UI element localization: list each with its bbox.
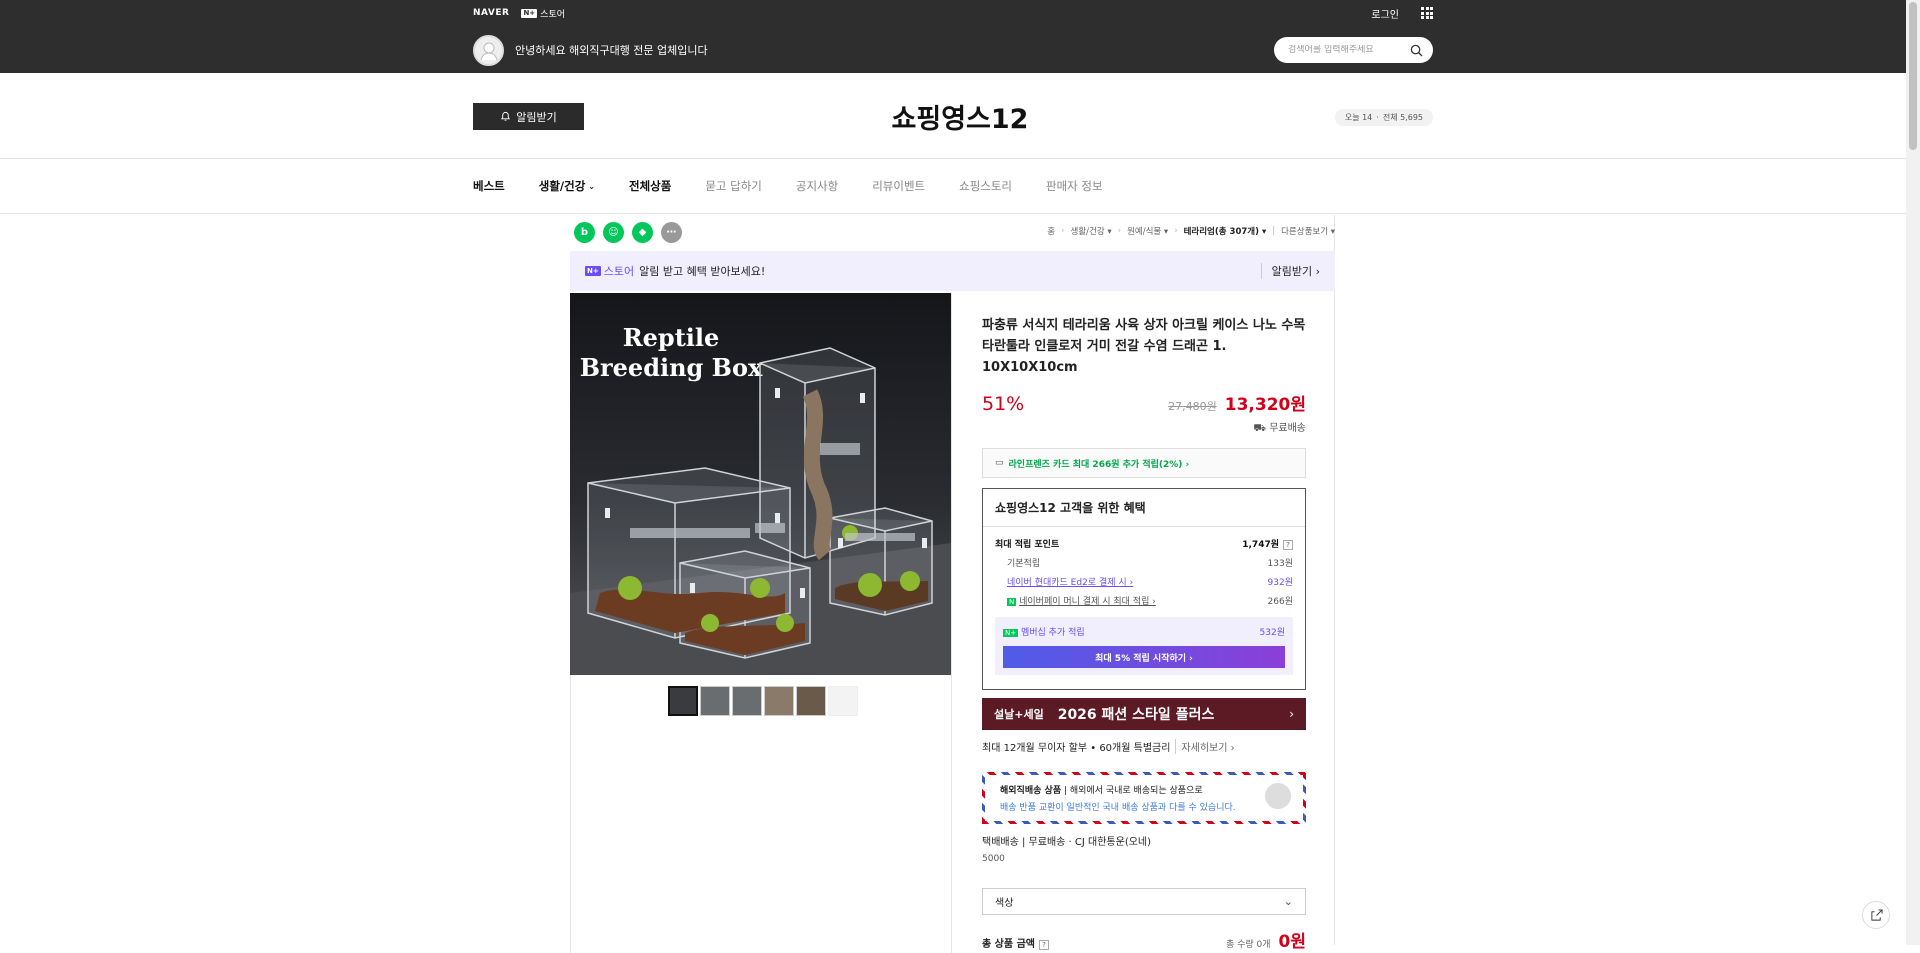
- notice-bar: N+ 스토어 알림 받고 혜택 받아보세요! 알림받기 ›: [570, 251, 1335, 291]
- naver-plus-icon: N+: [1003, 629, 1019, 637]
- total-price-row: 총 상품 금액? 총 수량 0개 0원: [982, 932, 1306, 952]
- membership-box: N+ 멤버십 추가 적립 532원 최대 5% 적립 시작하기 ›: [995, 617, 1293, 675]
- shipping-code: 5000: [982, 854, 1005, 864]
- thumbnail-5[interactable]: [796, 686, 826, 716]
- airplane-icon: [1265, 783, 1291, 809]
- price-row: 51% 27,480원 13,320원: [982, 390, 1306, 415]
- nav-seller-info[interactable]: 판매자 정보: [1046, 178, 1103, 194]
- share-icon: [1870, 908, 1883, 921]
- help-icon[interactable]: ?: [1038, 940, 1049, 950]
- card-icon: ▭: [995, 458, 1004, 468]
- app-grid-icon[interactable]: [1421, 7, 1433, 19]
- store-logo-text: 스토어: [540, 9, 566, 20]
- naver-plus-badge: N+: [521, 8, 538, 18]
- nav-notice[interactable]: 공지사항: [796, 178, 838, 194]
- original-price: 27,480원: [1168, 400, 1217, 413]
- nav-shopping-story[interactable]: 쇼핑스토리: [959, 178, 1012, 194]
- nav-all-products[interactable]: 전체상품: [629, 178, 671, 194]
- chevron-down-icon: ⌄: [588, 181, 595, 191]
- notice-text: 알림 받고 혜택 받아보세요!: [639, 265, 766, 278]
- shipping-method: 택배배송 | 무료배송 · CJ 대한통운(오네): [982, 837, 1152, 848]
- visitor-count: 오늘 14 · 전체 5,695: [1334, 109, 1433, 126]
- store-greeting: 안녕하세요 해외직구대행 전문 업체입니다: [515, 44, 708, 57]
- discount-rate: 51%: [982, 393, 1025, 415]
- breadcrumb-life[interactable]: 생활/건강 ▾: [1071, 225, 1112, 237]
- page-scrollbar[interactable]: [1906, 0, 1920, 945]
- installment-more-link[interactable]: 자세히보기 ›: [1175, 739, 1235, 754]
- nav-qna[interactable]: 묻고 답하기: [705, 178, 762, 194]
- login-link[interactable]: 로그인: [1371, 6, 1399, 21]
- naverpay-row[interactable]: N 네이버페이 머니 결제 시 최대 적립 › 266원: [995, 594, 1293, 607]
- benefit-title: 쇼핑영스12 고객을 위한 혜택: [995, 501, 1146, 515]
- blog-share-icon[interactable]: b: [574, 222, 595, 243]
- membership-start-button[interactable]: 최대 5% 적립 시작하기 ›: [1003, 646, 1285, 668]
- nav-best[interactable]: 베스트: [473, 178, 505, 194]
- thumbnail-2[interactable]: [700, 686, 730, 716]
- event-banner[interactable]: 설날+세일 2026 패션 스타일 플러스 ›: [982, 698, 1306, 730]
- card-benefit-link[interactable]: ▭ 라인프렌즈 카드 최대 266원 추가 적립(2%) ›: [982, 448, 1306, 478]
- search-box: [1274, 37, 1433, 63]
- talk-icon[interactable]: ☺: [603, 222, 624, 243]
- thumbnail-4[interactable]: [764, 686, 794, 716]
- help-icon[interactable]: ?: [1283, 540, 1293, 550]
- free-delivery: ⛟ 무료배송: [1253, 423, 1306, 434]
- max-points-row: 최대 적립 포인트 1,747원?: [995, 537, 1293, 550]
- product-info: 파충류 서식지 테라리움 사육 상자 아크릴 케이스 나노 수목 타란툴라 인클…: [982, 315, 1306, 952]
- breadcrumb: 홈 › 생활/건강 ▾ › 원예/식물 ▾ › 테라리엄(총 307개) ▾ | 다른…: [1047, 225, 1335, 237]
- truck-icon: ⛟: [1253, 423, 1266, 434]
- installment-info: 최대 12개월 무이자 할부 • 60개월 특별금리 자세히보기 ›: [982, 739, 1306, 754]
- chevron-down-icon: ⌄: [1283, 895, 1293, 908]
- visitors-total: 전체 5,695: [1382, 113, 1423, 122]
- search-icon[interactable]: [1410, 44, 1423, 57]
- basic-points-row: 기본적립 133원: [1007, 559, 1293, 569]
- store-logo[interactable]: N+ 스토어: [521, 7, 565, 20]
- visitors-today: 오늘 14: [1344, 113, 1373, 122]
- top-bar: NAVER N+ 스토어 로그인 안녕하세요 해외직구대행 전문 업체입니다: [0, 0, 1920, 73]
- bookmark-icon[interactable]: ◆: [632, 222, 653, 243]
- notice-alarm-link[interactable]: 알림받기 ›: [1260, 263, 1320, 279]
- other-products-link[interactable]: 다른상품보기 ▾: [1281, 225, 1335, 237]
- color-option-select[interactable]: 색상 ⌄: [982, 888, 1306, 915]
- overseas-shipping-notice: 해외직배송 상품 | 해외에서 국내로 배송되는 상품으로 배송 반품 교환이 …: [982, 772, 1306, 824]
- breadcrumb-home[interactable]: 홈: [1047, 225, 1055, 237]
- breadcrumb-garden[interactable]: 원예/식물 ▾: [1127, 225, 1168, 237]
- naver-plus-store-logo: N+ 스토어: [585, 265, 635, 278]
- hyundai-card-row[interactable]: 네이버 현대카드 Ed2로 결제 시 › 932원: [995, 575, 1293, 588]
- thumbnail-6[interactable]: [828, 686, 858, 716]
- nav-review-event[interactable]: 리뷰이벤트: [872, 178, 925, 194]
- terrarium-illustration: [570, 347, 952, 675]
- nav-life-health[interactable]: 생활/건강 ⌄: [539, 178, 595, 194]
- chevron-right-icon: ›: [1289, 707, 1294, 721]
- thumbnail-3[interactable]: [732, 686, 762, 716]
- avatar-face-icon: [480, 42, 497, 61]
- category-nav: 베스트 생활/건강 ⌄ 전체상품 묻고 답하기 공지사항 리뷰이벤트 쇼핑스토리 …: [0, 159, 1920, 214]
- brand-bar: 알림받기 쇼핑영스12 오늘 14 · 전체 5,695: [0, 73, 1920, 159]
- store-avatar[interactable]: [473, 34, 504, 66]
- breadcrumb-current[interactable]: 테라리엄(총 307개) ▾: [1184, 225, 1267, 237]
- product-content: b ☺ ◆ ⋯ 홈 › 생활/건강 ▾ › 원예/식물 ▾ › 테라리엄(총 307개…: [570, 215, 1335, 953]
- thumbnail-strip: [668, 686, 858, 716]
- share-button[interactable]: [1862, 901, 1890, 929]
- thumbnail-1[interactable]: [668, 686, 698, 716]
- npay-icon: N: [1007, 598, 1017, 606]
- benefit-box: 쇼핑영스12 고객을 위한 혜택 최대 적립 포인트 1,747원? 기본적립 …: [982, 488, 1306, 690]
- sale-price: 13,320원: [1224, 395, 1306, 415]
- product-title: 파충류 서식지 테라리움 사육 상자 아크릴 케이스 나노 수목 타란툴라 인클…: [982, 318, 1306, 375]
- product-main-image[interactable]: Reptile Breeding Box: [570, 293, 952, 675]
- search-input[interactable]: [1288, 45, 1410, 55]
- store-name[interactable]: 쇼핑영스12: [0, 97, 1920, 136]
- naver-logo[interactable]: NAVER: [473, 8, 509, 18]
- more-icon[interactable]: ⋯: [661, 222, 682, 243]
